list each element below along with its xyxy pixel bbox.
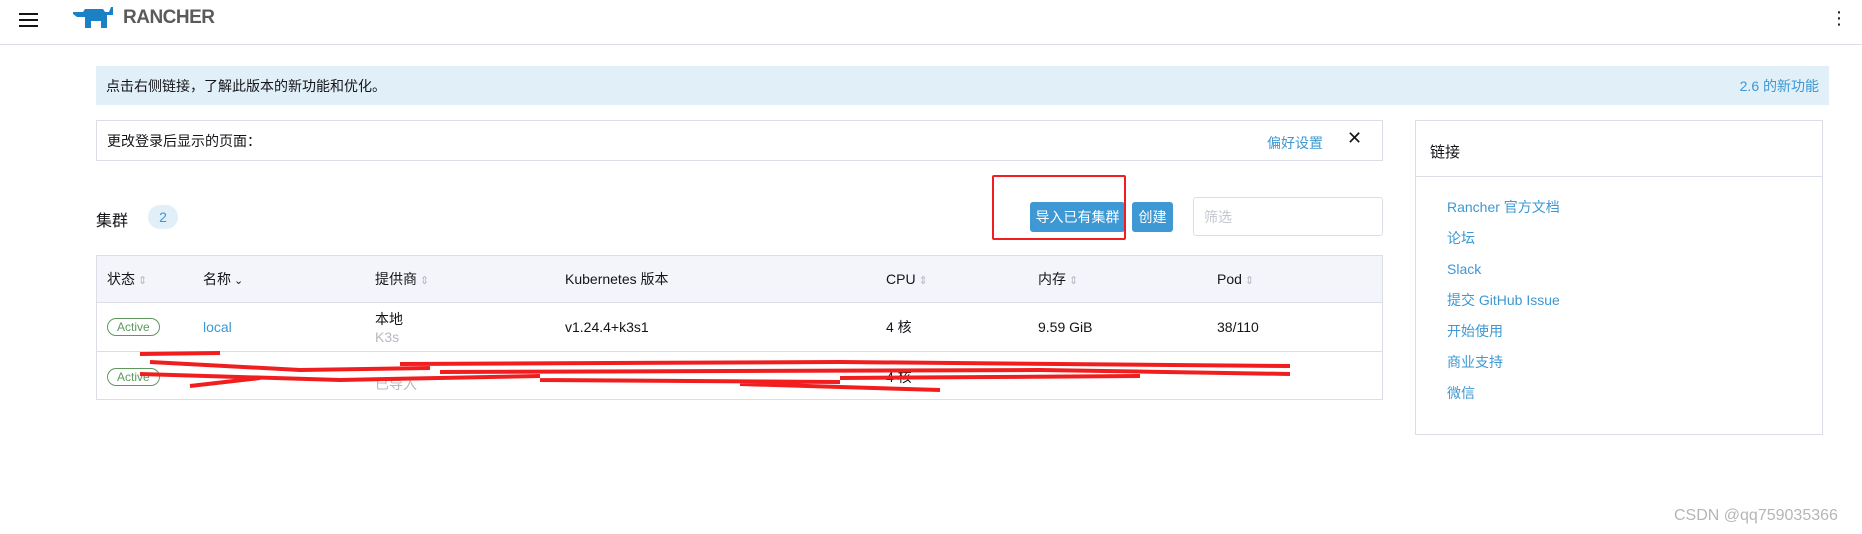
cpu: 4 核 — [886, 319, 912, 335]
status-badge: Active — [107, 318, 160, 336]
memory: 9.59 GiB — [1038, 319, 1093, 335]
link-forum[interactable]: 论坛 — [1447, 230, 1475, 246]
page-title: 集群 — [96, 213, 129, 230]
whats-new-link[interactable]: 2.6 的新功能 — [1740, 76, 1819, 96]
banner-text: 点击右侧链接，了解此版本的新功能和优化。 — [106, 77, 386, 94]
column-header-version: Kubernetes 版本 — [565, 271, 669, 287]
login-page-notice: 更改登录后显示的页面： — [96, 120, 1383, 161]
rancher-logo[interactable]: RANCHER — [71, 6, 215, 30]
link-github-issue[interactable]: 提交 GitHub Issue — [1447, 292, 1560, 308]
link-wechat[interactable]: 微信 — [1447, 385, 1475, 401]
close-icon[interactable]: ✕ — [1347, 128, 1362, 149]
column-header-memory[interactable]: 内存 ⇕ — [1038, 269, 1078, 289]
link-slack[interactable]: Slack — [1447, 261, 1481, 277]
column-header-cpu[interactable]: CPU ⇕ — [886, 271, 928, 287]
rancher-bull-icon — [73, 7, 113, 28]
sort-icon: ⇕ — [420, 275, 430, 287]
hamburger-icon[interactable] — [19, 13, 38, 29]
cpu: 4 核 — [886, 368, 912, 385]
filter-input[interactable] — [1193, 197, 1383, 236]
sort-down-icon: ⌄ — [234, 275, 244, 287]
pods: 38/110 — [1217, 319, 1259, 335]
provider: 本地 K3s — [375, 311, 403, 345]
sort-icon: ⇕ — [1244, 275, 1255, 287]
notice-text: 更改登录后显示的页面： — [107, 132, 261, 149]
status-badge: Active — [107, 367, 160, 386]
sort-icon: ⇕ — [1069, 275, 1079, 287]
release-notes-banner: 点击右侧链接，了解此版本的新功能和优化。 2.6 的新功能 — [96, 66, 1829, 105]
column-header-provider[interactable]: 提供商 ⇕ — [375, 269, 429, 289]
table-row: Active 已导入 4 核 — [97, 352, 1382, 401]
column-header-state[interactable]: 状态 ⇕ — [107, 269, 147, 289]
k8s-version: v1.24.4+k3s1 — [565, 319, 649, 335]
column-header-pods[interactable]: Pod ⇕ — [1217, 271, 1254, 287]
table-row: Active local 本地 K3s v1.24.4+k3s1 4 核 9.59… — [97, 303, 1382, 352]
watermark: CSDN @qq759035366 — [1674, 507, 1838, 524]
annotation-highlight-box — [992, 175, 1126, 240]
links-panel-title: 链接 — [1416, 121, 1822, 177]
link-commercial-support[interactable]: 商业支持 — [1447, 354, 1503, 370]
link-docs[interactable]: Rancher 官方文档 — [1447, 199, 1560, 215]
sort-icon: ⇕ — [918, 275, 928, 287]
clusters-table: 状态 ⇕ 名称 ⌄ 提供商 ⇕ Kubernetes 版本 CPU ⇕ 内存 ⇕ Pod ⇕… — [96, 255, 1383, 400]
top-bar: RANCHER ⋮ — [0, 0, 1862, 45]
preferences-link[interactable]: 偏好设置 — [1267, 133, 1323, 153]
create-cluster-button[interactable]: 创建 — [1132, 202, 1173, 232]
link-getting-started[interactable]: 开始使用 — [1447, 323, 1503, 339]
sort-icon: ⇕ — [138, 275, 148, 287]
cluster-name-link[interactable]: local — [203, 319, 232, 335]
column-header-name[interactable]: 名称 ⌄ — [203, 269, 243, 289]
kebab-icon[interactable]: ⋮ — [1830, 8, 1848, 29]
cluster-count-badge: 2 — [148, 205, 178, 229]
table-header: 状态 ⇕ 名称 ⌄ 提供商 ⇕ Kubernetes 版本 CPU ⇕ 内存 ⇕ Pod ⇕ — [97, 256, 1382, 303]
links-panel: 链接 Rancher 官方文档 论坛 Slack 提交 GitHub Issue… — [1415, 120, 1823, 435]
provider: 已导入 — [375, 375, 417, 392]
